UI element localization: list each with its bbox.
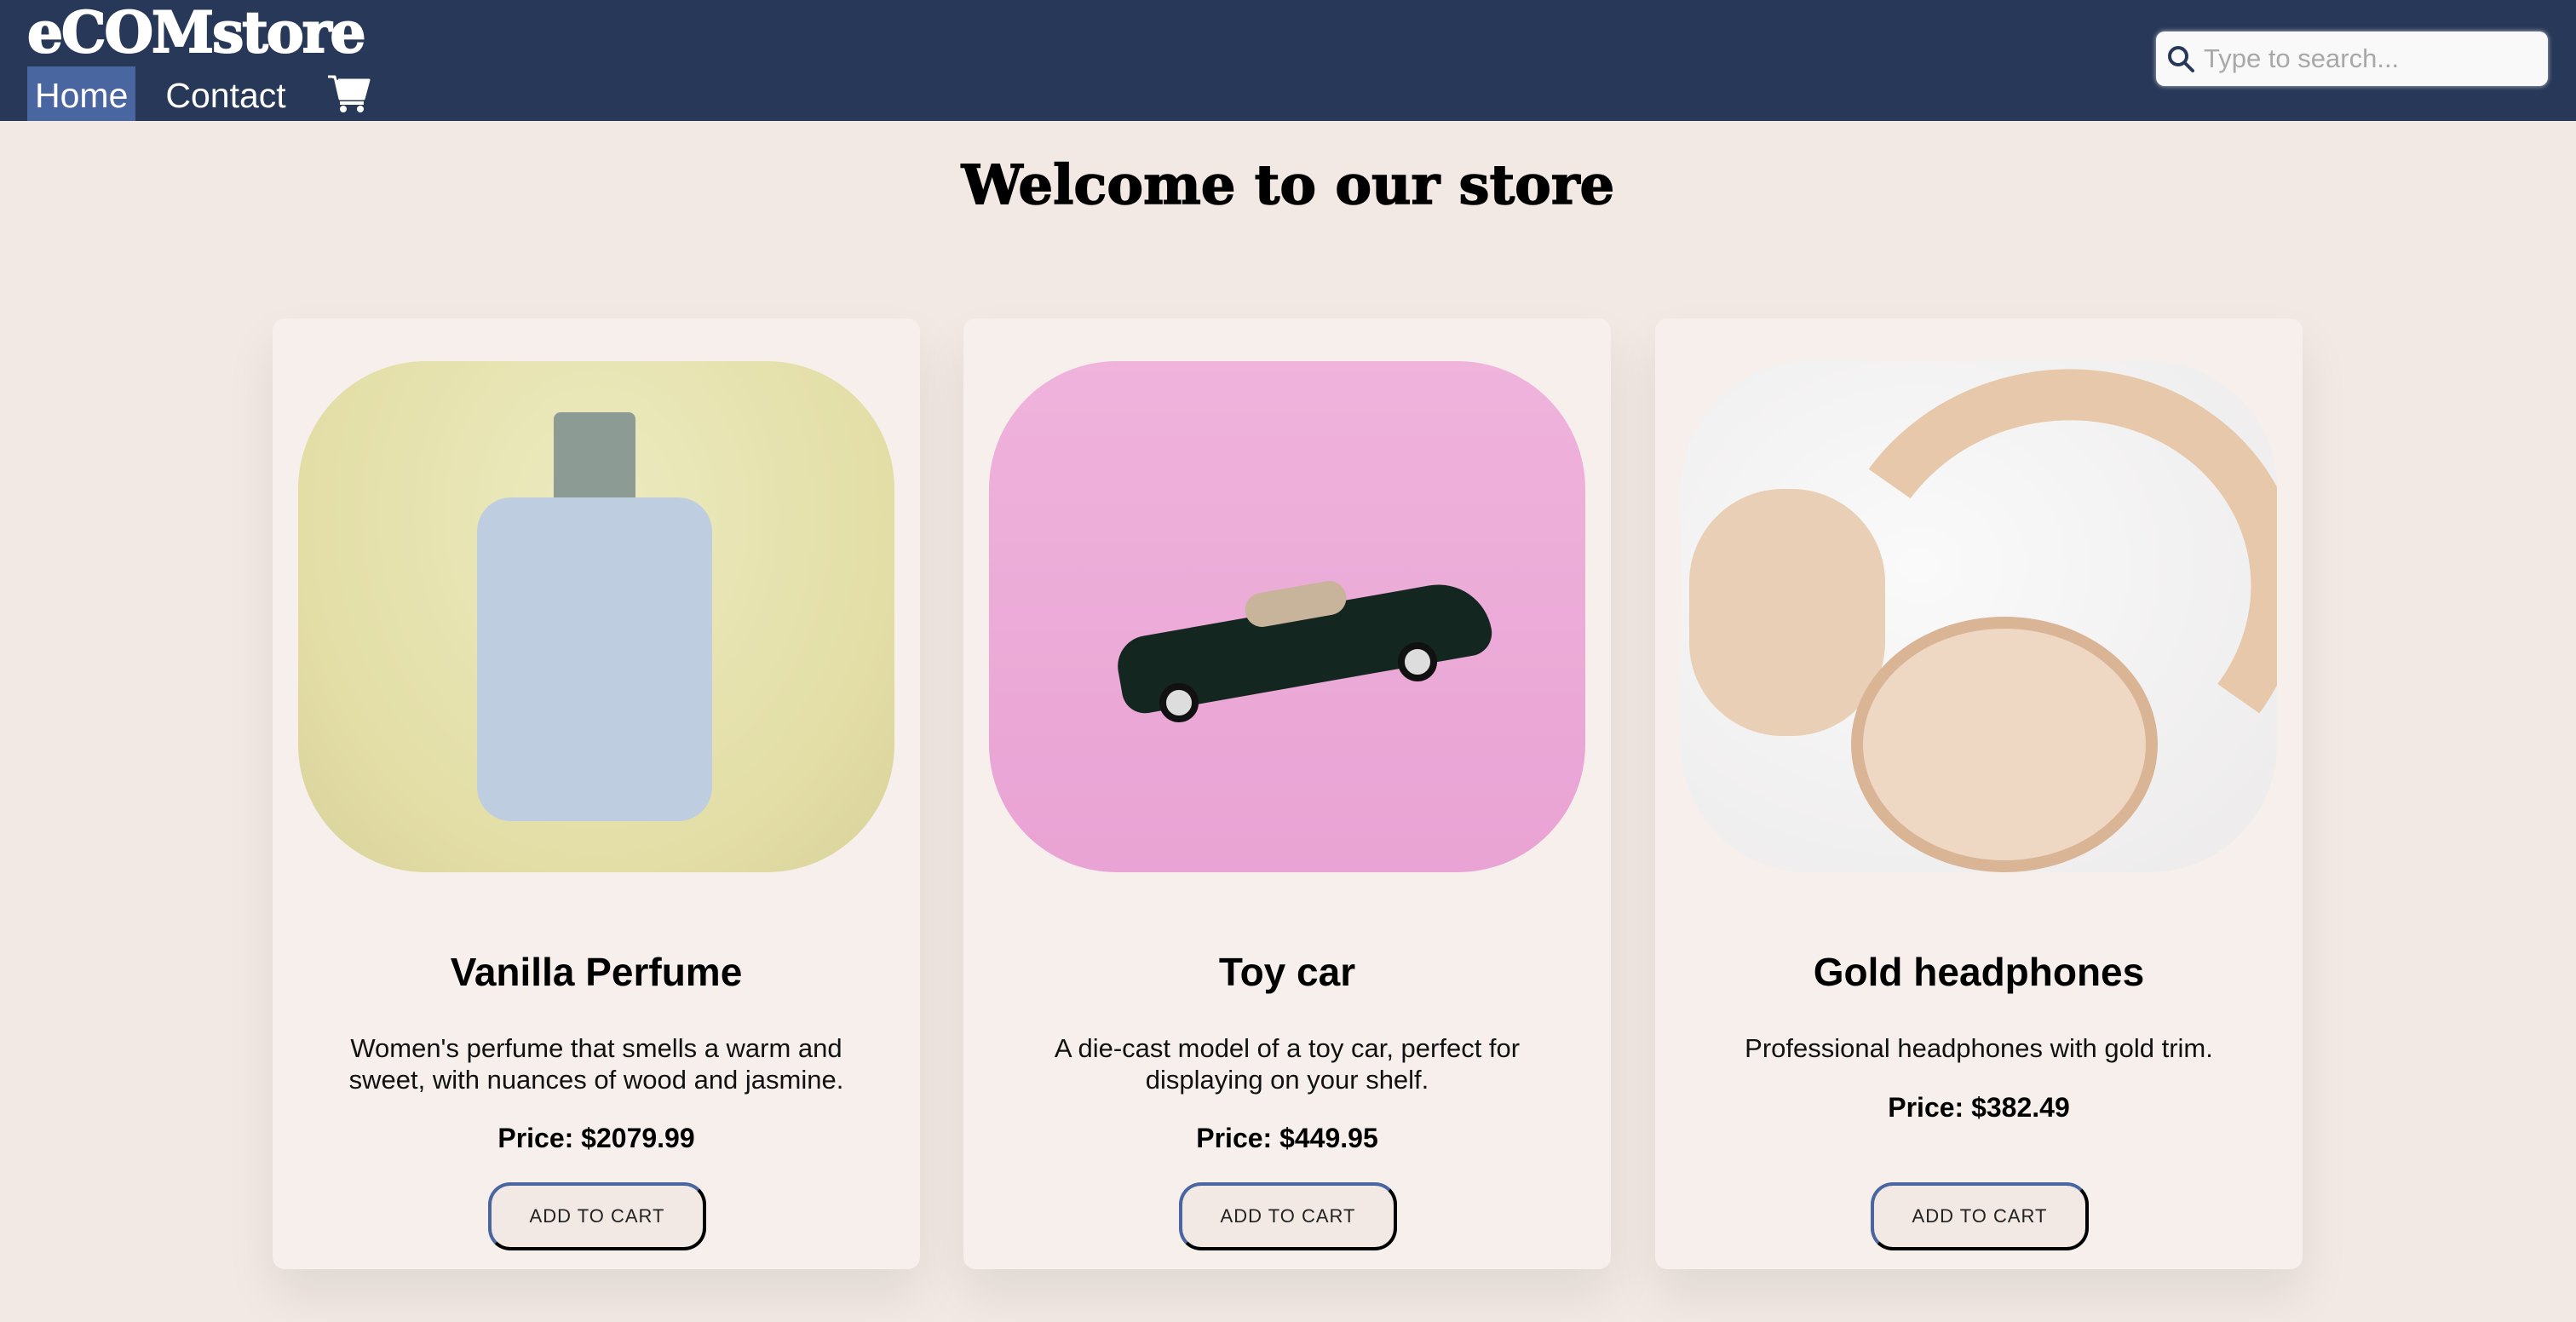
product-description: A die-cast model of a toy car, perfect f… xyxy=(1054,1033,1521,1095)
product-description: Professional headphones with gold trim. xyxy=(1745,1033,2213,1063)
add-to-cart-button[interactable]: ADD TO CART xyxy=(488,1182,706,1250)
logo[interactable]: eCOMstore xyxy=(26,0,366,66)
toy-car-image xyxy=(989,361,1585,872)
product-title: Toy car xyxy=(1218,950,1356,994)
product-price: Price: $2079.99 xyxy=(497,1123,695,1153)
product-title: Vanilla Perfume xyxy=(450,950,743,994)
product-description: Women's perfume that smells a warm and s… xyxy=(348,1033,844,1095)
page-title: Welcome to our store xyxy=(961,152,1615,218)
product-card: Toy car A die-cast model of a toy car, p… xyxy=(963,319,1611,1269)
add-to-cart-button[interactable]: ADD TO CART xyxy=(1179,1182,1397,1250)
product-card: Gold headphones Professional headphones … xyxy=(1655,319,2303,1269)
shopping-cart-icon[interactable] xyxy=(327,74,371,113)
search-input[interactable] xyxy=(2204,43,2527,74)
nav-home[interactable]: Home xyxy=(27,66,136,121)
product-title: Gold headphones xyxy=(1813,950,2145,994)
add-to-cart-button[interactable]: ADD TO CART xyxy=(1871,1182,2089,1250)
product-card: Vanilla Perfume Women's perfume that sme… xyxy=(273,319,920,1269)
product-price: Price: $382.49 xyxy=(1888,1092,2070,1123)
nav-links: Home Contact xyxy=(27,66,371,121)
perfume-bottle-image xyxy=(298,361,894,872)
nav-contact[interactable]: Contact xyxy=(158,66,293,121)
search-box[interactable] xyxy=(2156,32,2548,86)
top-navbar: eCOMstore Home Contact xyxy=(0,0,2576,121)
search-icon xyxy=(2168,46,2194,72)
headphones-image xyxy=(1681,361,2277,872)
product-price: Price: $449.95 xyxy=(1196,1123,1378,1153)
